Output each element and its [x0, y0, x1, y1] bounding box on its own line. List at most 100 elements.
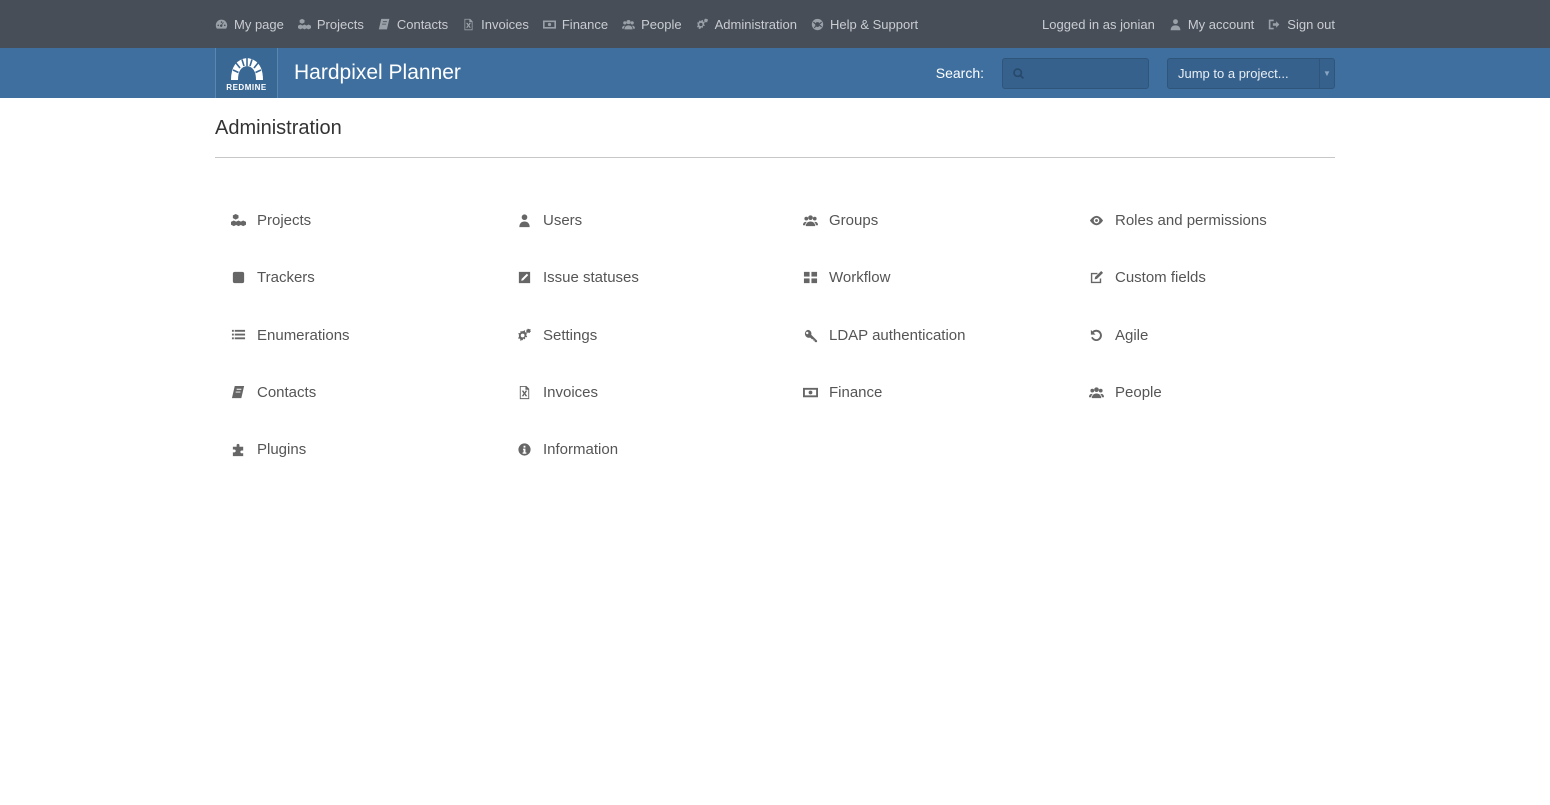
admin-item-plugins[interactable]: Plugins: [215, 421, 501, 478]
cubes-icon: [231, 214, 246, 227]
admin-item-agile[interactable]: Agile: [1073, 307, 1335, 364]
grid-icon: [803, 272, 818, 284]
admin-menu-grid: Projects Users Groups Roles and permissi…: [215, 192, 1335, 478]
admin-item-label: Projects: [257, 212, 312, 230]
admin-item-projects[interactable]: Projects: [215, 192, 501, 249]
key-icon: [804, 329, 818, 342]
admin-item-people[interactable]: People: [1073, 364, 1335, 421]
users-icon: [1089, 387, 1104, 399]
admin-item-label: Custom fields: [1115, 269, 1206, 287]
admin-item-label: Roles and permissions: [1115, 212, 1267, 230]
search-icon: [1013, 67, 1024, 79]
user-icon: [1170, 18, 1181, 30]
search-label: Search:: [935, 65, 984, 81]
chevron-down-icon: ▼: [1319, 58, 1334, 88]
account-menu: Logged in as jonian My account Sign out: [1042, 17, 1335, 32]
admin-item-label: Groups: [829, 212, 879, 230]
top-nav-label: Administration: [714, 16, 797, 32]
top-nav-help[interactable]: Help & Support: [811, 17, 918, 32]
admin-item-workflow[interactable]: Workflow: [787, 249, 1073, 306]
users-icon: [803, 215, 818, 227]
cogs-icon: [696, 18, 708, 29]
square-icon: [232, 272, 245, 284]
money-icon: [803, 387, 818, 398]
admin-item-custom-fields[interactable]: Custom fields: [1073, 249, 1335, 306]
admin-item-finance[interactable]: Finance: [787, 364, 1073, 421]
money-icon: [542, 19, 556, 29]
top-nav-label: Contacts: [396, 16, 449, 32]
top-nav-label: My page: [234, 16, 284, 32]
top-nav-label: People: [641, 16, 682, 32]
redmine-arch-icon: [230, 58, 263, 80]
sign-out-link[interactable]: Sign out: [1268, 17, 1335, 32]
admin-item-label: Plugins: [257, 441, 307, 459]
page-title: Administration: [215, 117, 1335, 158]
admin-item-label: LDAP authentication: [829, 326, 966, 344]
top-nav-people[interactable]: People: [622, 16, 682, 32]
admin-item-settings[interactable]: Settings: [501, 307, 787, 364]
top-nav-invoices[interactable]: Invoices: [462, 17, 529, 32]
top-nav-label: Invoices: [481, 16, 529, 32]
admin-item-users[interactable]: Users: [501, 192, 787, 249]
info-circle-icon: [518, 443, 531, 456]
edit-square-icon: [518, 272, 531, 284]
puzzle-icon: [232, 444, 244, 457]
admin-item-issue-statuses[interactable]: Issue statuses: [501, 249, 787, 306]
cogs-icon: [518, 328, 531, 341]
admin-item-invoices[interactable]: Invoices: [501, 364, 787, 421]
pencil-square-icon: [1090, 271, 1104, 284]
admin-item-groups[interactable]: Groups: [787, 192, 1073, 249]
cubes-icon: [297, 18, 311, 29]
admin-item-label: Invoices: [543, 384, 599, 402]
search-box[interactable]: [1002, 57, 1149, 89]
top-nav-my-page[interactable]: My page: [215, 17, 284, 32]
top-nav: My page Projects Contacts Invoices Finan…: [215, 17, 932, 32]
top-nav-finance[interactable]: Finance: [542, 16, 609, 32]
dashboard-icon: [215, 19, 228, 29]
admin-item-information[interactable]: Information: [501, 421, 787, 478]
search-input[interactable]: [1030, 65, 1140, 81]
jump-to-project-label: Jump to a project...: [1178, 65, 1289, 81]
excel-file-icon: [519, 385, 530, 400]
user-icon: [519, 214, 530, 228]
admin-item-label: Agile: [1115, 326, 1149, 344]
top-nav-label: Finance: [561, 16, 609, 32]
undo-icon: [1090, 329, 1102, 341]
jump-to-project-select[interactable]: Jump to a project... ▼: [1167, 57, 1335, 89]
top-nav-administration[interactable]: Administration: [696, 17, 797, 32]
lifebuoy-icon: [811, 18, 824, 30]
main-content: Administration Projects Users Groups Rol…: [215, 98, 1335, 478]
site-title[interactable]: Hardpixel Planner: [294, 61, 461, 85]
header: REDMINE Hardpixel Planner Search: Jump t…: [0, 48, 1550, 98]
top-nav-contacts[interactable]: Contacts: [378, 17, 448, 32]
admin-item-label: Trackers: [257, 269, 315, 287]
logo-text: REDMINE: [226, 83, 267, 92]
admin-item-label: Issue statuses: [543, 269, 639, 287]
admin-item-label: Contacts: [257, 384, 317, 402]
redmine-logo[interactable]: REDMINE: [215, 48, 278, 98]
admin-item-contacts[interactable]: Contacts: [215, 364, 501, 421]
admin-item-trackers[interactable]: Trackers: [215, 249, 501, 306]
logged-in-text: Logged in as jonian: [1042, 16, 1155, 32]
admin-item-label: Enumerations: [257, 326, 350, 344]
admin-item-ldap-authentication[interactable]: LDAP authentication: [787, 307, 1073, 364]
admin-item-label: Users: [543, 212, 583, 230]
list-icon: [231, 329, 246, 339]
admin-item-enumerations[interactable]: Enumerations: [215, 307, 501, 364]
book-icon: [231, 385, 245, 399]
my-account-label: My account: [1187, 16, 1255, 32]
top-nav-projects[interactable]: Projects: [297, 16, 364, 32]
top-nav-label: Help & Support: [829, 16, 919, 32]
my-account-link[interactable]: My account: [1169, 17, 1254, 32]
top-menu: My page Projects Contacts Invoices Finan…: [0, 0, 1550, 48]
admin-item-label: Finance: [829, 384, 883, 402]
top-nav-label: Projects: [316, 16, 364, 32]
admin-item-label: Settings: [543, 326, 598, 344]
admin-item-label: Information: [543, 441, 619, 459]
users-icon: [622, 19, 636, 29]
sign-out-icon: [1269, 19, 1280, 29]
excel-file-icon: [464, 18, 473, 30]
eye-icon: [1089, 215, 1104, 226]
sign-out-label: Sign out: [1287, 16, 1335, 32]
admin-item-roles-and-permissions[interactable]: Roles and permissions: [1073, 192, 1335, 249]
